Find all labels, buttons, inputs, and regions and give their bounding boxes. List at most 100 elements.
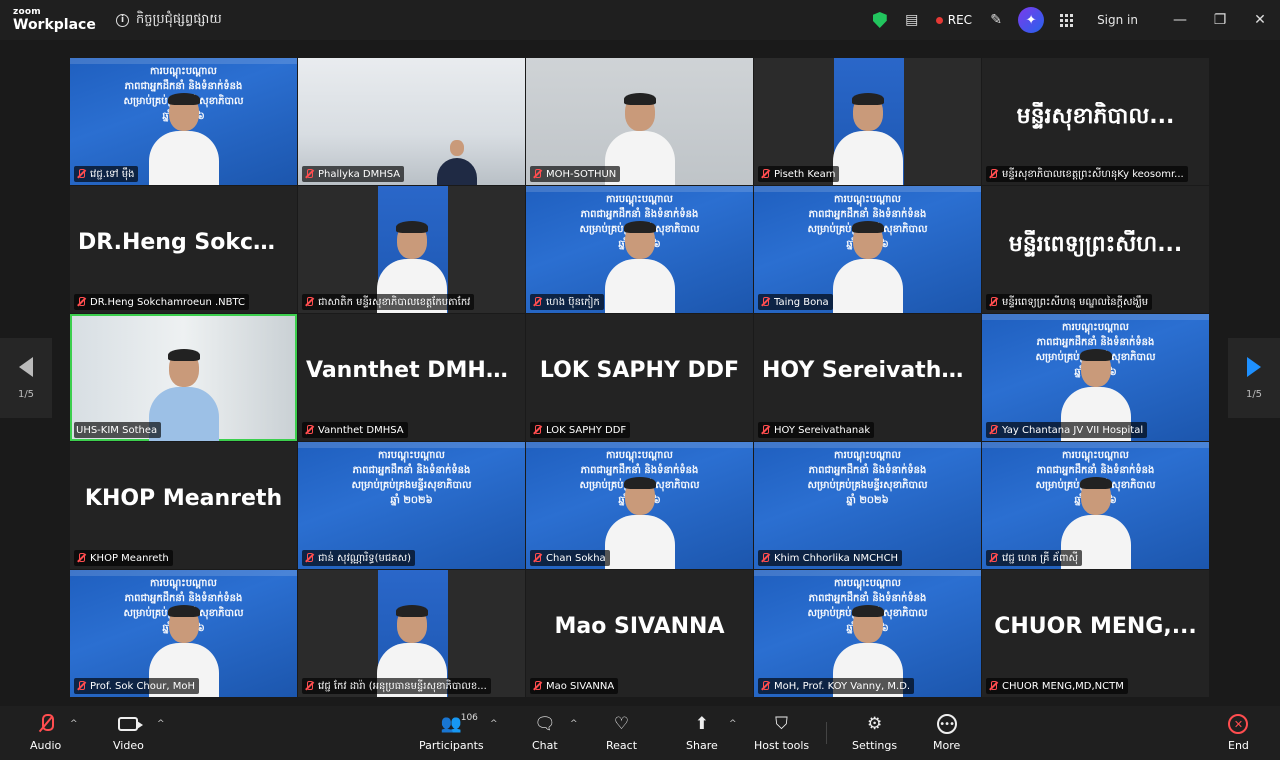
end-meeting-button[interactable]: ✕ End: [1228, 712, 1249, 752]
participant-tile[interactable]: MOH-SOTHUN: [526, 58, 753, 185]
participant-name: Vannthet DMHSA: [318, 424, 404, 436]
participant-tile[interactable]: មន្ទីរពេទ្យព្រះសីហ... មន្ទីរពេទ្យព្រះសីហន…: [982, 186, 1209, 313]
share-label: Share: [686, 739, 718, 752]
participant-tile[interactable]: ការបណ្តុះបណ្តាល ភាពជាអ្នកដឹកនាំ និងទំនាក…: [526, 442, 753, 569]
participant-name: មន្ទីរពេទ្យព្រះសីហនុ មណ្ឌលនៃក្តីសង្ឃឹម: [1002, 296, 1149, 308]
participant-tile[interactable]: HOY Sereivathan... HOY Sereivathanak: [754, 314, 981, 441]
participant-name-label: Taing Bona: [758, 294, 833, 310]
participant-tile[interactable]: Vannthet DMHSA Vannthet DMHSA: [298, 314, 525, 441]
ai-companion-button[interactable]: ✦: [1018, 7, 1045, 33]
encryption-shield-icon[interactable]: [866, 6, 894, 34]
recording-label: REC: [947, 13, 973, 27]
banner-text: ការបណ្តុះបណ្តាល ភាពជាអ្នកដឹកនាំ និងទំនាក…: [351, 450, 472, 506]
share-caret-icon[interactable]: ^: [729, 719, 737, 729]
participant-video: [148, 93, 219, 185]
more-dots-icon: •••: [936, 714, 957, 734]
mic-muted-icon: [532, 297, 542, 307]
more-button[interactable]: ••• More: [933, 712, 960, 752]
participant-name: Piseth Keam: [774, 168, 836, 180]
mic-muted-icon: [76, 169, 86, 179]
participant-tile[interactable]: ជាសាតិក មន្ទីរសុខាភិបាលខេត្តកែបតាកែវ: [298, 186, 525, 313]
participant-tile[interactable]: ការបណ្តុះបណ្តាល ភាពជាអ្នកដឹកនាំ និងទំនាក…: [70, 58, 297, 185]
participant-tile[interactable]: ការបណ្តុះបណ្តាល ភាពជាអ្នកដឹកនាំ និងទំនាក…: [754, 442, 981, 569]
participant-name: មន្ទីរសុខាភិបាលខេត្តព្រះសីហនុKy keosomr.…: [1002, 168, 1184, 180]
settings-button[interactable]: ⚙ Settings: [852, 712, 897, 752]
more-label: More: [933, 739, 961, 752]
share-button[interactable]: ⬆ Share: [686, 712, 718, 752]
participant-tile[interactable]: ការបណ្តុះបណ្តាល ភាពជាអ្នកដឹកនាំ និងទំនាក…: [982, 314, 1209, 441]
page-indicator-right: 1/5: [1245, 388, 1263, 400]
participant-display-name: CHUOR MENG,...: [994, 614, 1197, 639]
participants-caret-icon[interactable]: ^: [490, 719, 498, 729]
arrow-left-icon: [19, 356, 33, 377]
participant-name-label: Vannthet DMHSA: [302, 422, 408, 438]
participant-name-label: Mao SIVANNA: [530, 678, 619, 694]
participants-label: Participants: [419, 739, 484, 752]
participant-name: Yay Chantana JV VII Hospital: [1002, 424, 1144, 436]
participant-tile[interactable]: ការបណ្តុះបណ្តាល ភាពជាអ្នកដឹកនាំ និងទំនាក…: [298, 442, 525, 569]
participants-button[interactable]: 👥 106 Participants: [419, 712, 484, 752]
participant-name-label: វេជ្ជ.ទៅ ម៉ឹង: [74, 166, 139, 182]
participant-tile[interactable]: ការបណ្តុះបណ្តាល ភាពជាអ្នកដឹកនាំ និងទំនាក…: [70, 570, 297, 697]
close-button[interactable]: ✕: [1240, 0, 1280, 40]
banner-text: ការបណ្តុះបណ្តាល ភាពជាអ្នកដឹកនាំ និងទំនាក…: [807, 450, 928, 506]
react-button[interactable]: ♡ React: [606, 712, 637, 752]
participants-icon: 👥 106: [440, 713, 478, 734]
participant-name-label: Piseth Keam: [758, 166, 840, 182]
video-button[interactable]: Video: [113, 712, 144, 752]
participant-name: Mao SIVANNA: [546, 680, 615, 692]
audio-options-caret-icon[interactable]: ^: [70, 719, 78, 729]
participant-tile[interactable]: KHOP Meanreth KHOP Meanreth: [70, 442, 297, 569]
participant-tile[interactable]: DR.Heng Sokcha... DR.Heng Sokchamroeun .N…: [70, 186, 297, 313]
participant-name-label: ជាន់ សុវណ្ណារិទ្ធ(មជគស): [302, 550, 416, 566]
video-options-caret-icon[interactable]: ^: [157, 719, 165, 729]
mic-muted-icon: [304, 169, 314, 179]
participant-name-label: មន្ទីរពេទ្យព្រះសីហនុ មណ្ឌលនៃក្តីសង្ឃឹម: [986, 294, 1153, 310]
participant-name-label: វេជ្ជ ហេត គ្រី គ័ពាសុី: [986, 550, 1082, 566]
participant-tile[interactable]: ការបណ្តុះបណ្តាល ភាពជាអ្នកដឹកនាំ និងទំនាក…: [754, 570, 981, 697]
mic-muted-icon: [760, 553, 770, 563]
participant-tile[interactable]: CHUOR MENG,... CHUOR MENG,MD,NCTM: [982, 570, 1209, 697]
brand-bottom: Workplace: [13, 17, 96, 33]
minimize-button[interactable]: —: [1160, 0, 1200, 40]
chat-button[interactable]: 🗨 Chat: [532, 712, 558, 752]
participant-tile[interactable]: Piseth Keam: [754, 58, 981, 185]
magic-wand-icon[interactable]: ✎: [982, 6, 1010, 34]
previous-page-button[interactable]: 1/5: [0, 338, 52, 418]
participant-name-label: UHS-KIM Sothea: [74, 422, 162, 438]
participant-tile[interactable]: វេជ្ជ កែវ ដារ៉ា (អនុប្រធានមន្ទីរសុខាភិបា…: [298, 570, 525, 697]
apps-grid-icon[interactable]: [1060, 13, 1074, 27]
meeting-info[interactable]: i កិច្ចប្រជុំផ្សព្វផ្សាយ: [116, 11, 222, 30]
participant-tile[interactable]: ការបណ្តុះបណ្តាល ភាពជាអ្នកដឹកនាំ និងទំនាក…: [754, 186, 981, 313]
mic-muted-icon: [988, 425, 998, 435]
chat-caret-icon[interactable]: ^: [570, 719, 578, 729]
participant-tile[interactable]: ការបណ្តុះបណ្តាល ភាពជាអ្នកដឹកនាំ និងទំនាក…: [526, 186, 753, 313]
mic-muted-icon: [760, 681, 770, 691]
brand-top: zoom: [13, 7, 41, 17]
sign-in-link[interactable]: Sign in: [1097, 13, 1138, 27]
participant-tile[interactable]: Mao SIVANNA Mao SIVANNA: [526, 570, 753, 697]
participant-name: Phallyka DMHSA: [318, 168, 401, 180]
participant-tile[interactable]: ការបណ្តុះបណ្តាល ភាពជាអ្នកដឹកនាំ និងទំនាក…: [982, 442, 1209, 569]
mic-muted-icon: [532, 681, 542, 691]
participant-tile[interactable]: មន្ទីរសុខាភិបាល... មន្ទីរសុខាភិបាលខេត្តព្…: [982, 58, 1209, 185]
camera-icon: [118, 717, 144, 731]
restore-button[interactable]: ❐: [1200, 0, 1240, 40]
mic-muted-icon: [39, 714, 54, 734]
participant-name-label: Chan Sokha: [530, 550, 610, 566]
participant-tile[interactable]: UHS-KIM Sothea: [70, 314, 297, 441]
participant-tile[interactable]: Phallyka DMHSA: [298, 58, 525, 185]
participant-name: ជាសាតិក មន្ទីរសុខាភិបាលខេត្តកែបតាកែវ: [318, 296, 471, 308]
participant-tile[interactable]: LOK SAPHY DDF LOK SAPHY DDF: [526, 314, 753, 441]
zoom-logo: zoom Workplace: [13, 7, 96, 33]
participant-display-name: LOK SAPHY DDF: [539, 358, 740, 383]
mic-muted-icon: [988, 169, 998, 179]
mic-muted-icon: [532, 425, 542, 435]
next-page-button[interactable]: 1/5: [1228, 338, 1280, 418]
host-tools-button[interactable]: ⛉ Host tools: [754, 712, 809, 752]
mic-muted-icon: [76, 553, 86, 563]
notes-icon[interactable]: ▤: [898, 6, 926, 34]
audio-button[interactable]: Audio: [30, 712, 61, 752]
recording-indicator[interactable]: REC: [935, 13, 973, 27]
info-icon[interactable]: i: [116, 14, 129, 27]
